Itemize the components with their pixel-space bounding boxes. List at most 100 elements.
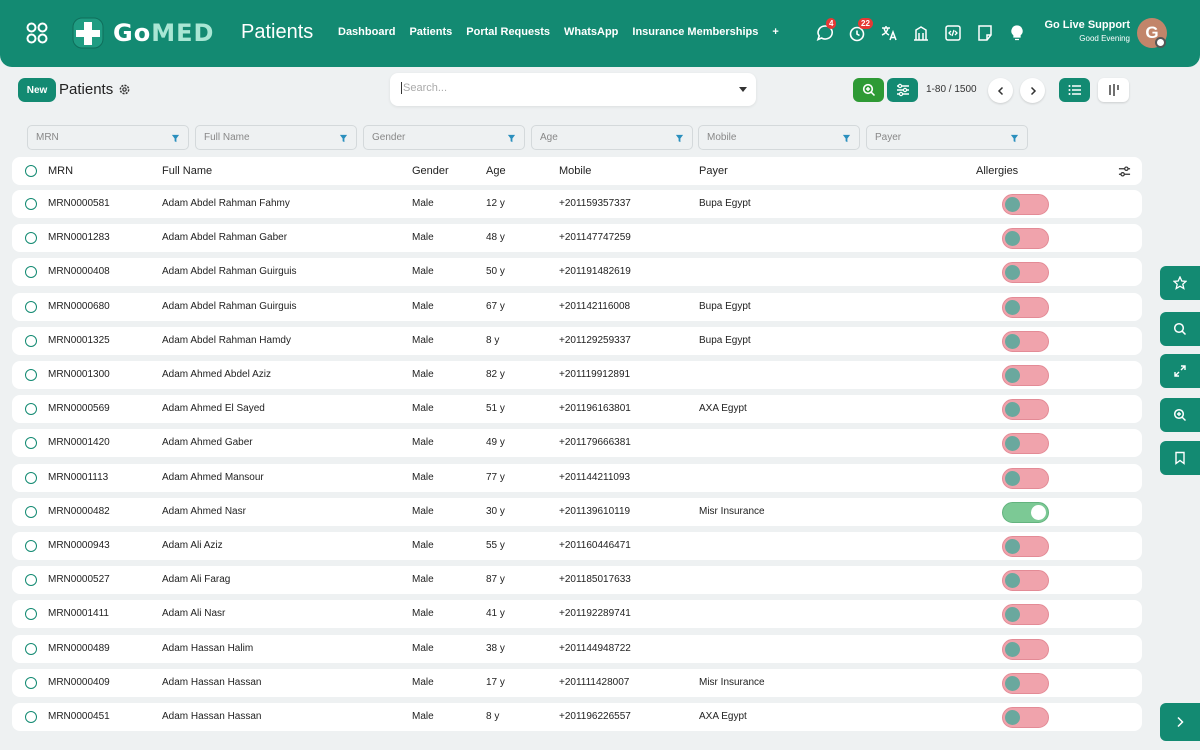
table-row[interactable]: MRN0000451 Adam Hassan Hassan Male 8 y +2011… — [12, 703, 1142, 731]
apps-grid-icon[interactable] — [26, 22, 48, 44]
facility-button[interactable] — [912, 24, 930, 42]
row-select-radio[interactable] — [25, 335, 37, 347]
notes-button[interactable] — [976, 24, 994, 42]
table-row[interactable]: MRN0000409 Adam Hassan Hassan Male 17 y +201… — [12, 669, 1142, 697]
allergy-toggle[interactable] — [1002, 707, 1049, 728]
new-button[interactable]: New — [18, 78, 56, 102]
allergy-toggle[interactable] — [1002, 502, 1049, 523]
allergy-toggle[interactable] — [1002, 228, 1049, 249]
messages-button[interactable]: 4 — [816, 18, 837, 42]
table-row[interactable]: MRN0000680 Adam Abdel Rahman Guirguis Male… — [12, 293, 1142, 321]
col-mobile[interactable]: Mobile — [559, 165, 591, 177]
table-row[interactable]: MRN0000527 Adam Ali Farag Male 87 y +2011850… — [12, 566, 1142, 594]
allergy-toggle[interactable] — [1002, 639, 1049, 660]
table-row[interactable]: MRN0001325 Adam Abdel Rahman Hamdy Male 8 y… — [12, 327, 1142, 355]
cell-gender: Male — [412, 335, 434, 346]
row-select-radio[interactable] — [25, 198, 37, 210]
allergy-toggle[interactable] — [1002, 194, 1049, 215]
filter-mrn[interactable]: MRN — [27, 125, 189, 150]
row-select-radio[interactable] — [25, 540, 37, 552]
table-row[interactable]: MRN0001300 Adam Ahmed Abdel Aziz Male 82 y +… — [12, 361, 1142, 389]
search-input[interactable] — [401, 82, 721, 94]
bookmark-button[interactable] — [1160, 441, 1200, 475]
filter-mobile[interactable]: Mobile — [698, 125, 860, 150]
allergy-toggle[interactable] — [1002, 297, 1049, 318]
nav-whatsapp[interactable]: WhatsApp — [564, 26, 618, 38]
filter-age[interactable]: Age — [531, 125, 693, 150]
table-row[interactable]: MRN0000408 Adam Abdel Rahman Guirguis Male… — [12, 258, 1142, 286]
table-row[interactable]: MRN0001283 Adam Abdel Rahman Gaber Male 48 … — [12, 224, 1142, 252]
allergy-toggle[interactable] — [1002, 468, 1049, 489]
col-gender[interactable]: Gender — [412, 165, 449, 177]
table-row[interactable]: MRN0001113 Adam Ahmed Mansour Male 77 y +201… — [12, 464, 1142, 492]
filter-full-name[interactable]: Full Name — [195, 125, 357, 150]
advanced-search-button[interactable] — [853, 78, 884, 102]
support-title: Go Live Support — [1044, 19, 1130, 31]
filter-gender[interactable]: Gender — [363, 125, 525, 150]
gear-icon[interactable] — [118, 83, 131, 96]
table-row[interactable]: MRN0000943 Adam Ali Aziz Male 55 y +20116044… — [12, 532, 1142, 560]
row-select-radio[interactable] — [25, 472, 37, 484]
row-select-radio[interactable] — [25, 677, 37, 689]
row-select-radio[interactable] — [25, 643, 37, 655]
columns-icon — [1108, 84, 1119, 96]
allergy-toggle[interactable] — [1002, 673, 1049, 694]
row-select-radio[interactable] — [25, 232, 37, 244]
row-select-radio[interactable] — [25, 574, 37, 586]
nav-add-button[interactable]: + — [772, 26, 778, 38]
row-select-radio[interactable] — [25, 403, 37, 415]
allergy-toggle[interactable] — [1002, 604, 1049, 625]
column-view-button[interactable] — [1098, 78, 1129, 102]
favorites-button[interactable] — [1160, 266, 1200, 300]
col-full-name[interactable]: Full Name — [162, 165, 212, 177]
table-row[interactable]: MRN0001411 Adam Ali Nasr Male 41 y +20119228… — [12, 600, 1142, 628]
table-row[interactable]: MRN0000581 Adam Abdel Rahman Fahmy Male 12 … — [12, 190, 1142, 218]
filter-settings-button[interactable] — [887, 78, 918, 102]
row-select-radio[interactable] — [25, 266, 37, 278]
row-select-radio[interactable] — [25, 506, 37, 518]
cell-gender: Male — [412, 643, 434, 654]
side-zoom-button[interactable] — [1160, 398, 1200, 432]
row-select-radio[interactable] — [25, 608, 37, 620]
language-button[interactable] — [880, 24, 898, 42]
col-allergies[interactable]: Allergies — [976, 165, 1018, 177]
cell-mobile: +201142116008 — [559, 301, 631, 312]
allergy-toggle[interactable] — [1002, 570, 1049, 591]
filter-payer[interactable]: Payer — [866, 125, 1028, 150]
nav-dashboard[interactable]: Dashboard — [338, 26, 395, 38]
next-page-button[interactable] — [1020, 78, 1045, 103]
code-button[interactable] — [944, 24, 962, 42]
list-view-button[interactable] — [1059, 78, 1090, 102]
allergy-toggle[interactable] — [1002, 433, 1049, 454]
allergy-toggle[interactable] — [1002, 331, 1049, 352]
allergy-toggle[interactable] — [1002, 536, 1049, 557]
support-info[interactable]: Go Live Support Good Evening — [1030, 19, 1130, 43]
search-dropdown-icon[interactable] — [739, 87, 747, 92]
expand-button[interactable] — [1160, 354, 1200, 388]
table-row[interactable]: MRN0001420 Adam Ahmed Gaber Male 49 y +20117… — [12, 429, 1142, 457]
reminders-button[interactable]: 22 — [848, 18, 873, 42]
table-row[interactable]: MRN0000482 Adam Ahmed Nasr Male 30 y +201139… — [12, 498, 1142, 526]
col-mrn[interactable]: MRN — [48, 165, 73, 177]
column-settings-icon[interactable] — [1118, 165, 1131, 178]
side-search-button[interactable] — [1160, 312, 1200, 346]
row-select-radio[interactable] — [25, 437, 37, 449]
nav-insurance-memberships[interactable]: Insurance Memberships — [632, 26, 758, 38]
tips-button[interactable] — [1008, 24, 1026, 42]
nav-patients[interactable]: Patients — [409, 26, 452, 38]
app-logo[interactable]: GoMED — [72, 17, 214, 49]
table-row[interactable]: MRN0000569 Adam Ahmed El Sayed Male 51 y +20… — [12, 395, 1142, 423]
select-all-radio[interactable] — [25, 165, 37, 177]
table-row[interactable]: MRN0000489 Adam Hassan Halim Male 38 y +2011… — [12, 635, 1142, 663]
row-select-radio[interactable] — [25, 711, 37, 723]
col-payer[interactable]: Payer — [699, 165, 728, 177]
allergy-toggle[interactable] — [1002, 399, 1049, 420]
col-age[interactable]: Age — [486, 165, 506, 177]
side-panel-toggle[interactable] — [1160, 703, 1200, 741]
nav-portal-requests[interactable]: Portal Requests — [466, 26, 550, 38]
allergy-toggle[interactable] — [1002, 262, 1049, 283]
allergy-toggle[interactable] — [1002, 365, 1049, 386]
row-select-radio[interactable] — [25, 369, 37, 381]
row-select-radio[interactable] — [25, 301, 37, 313]
prev-page-button[interactable] — [988, 78, 1013, 103]
